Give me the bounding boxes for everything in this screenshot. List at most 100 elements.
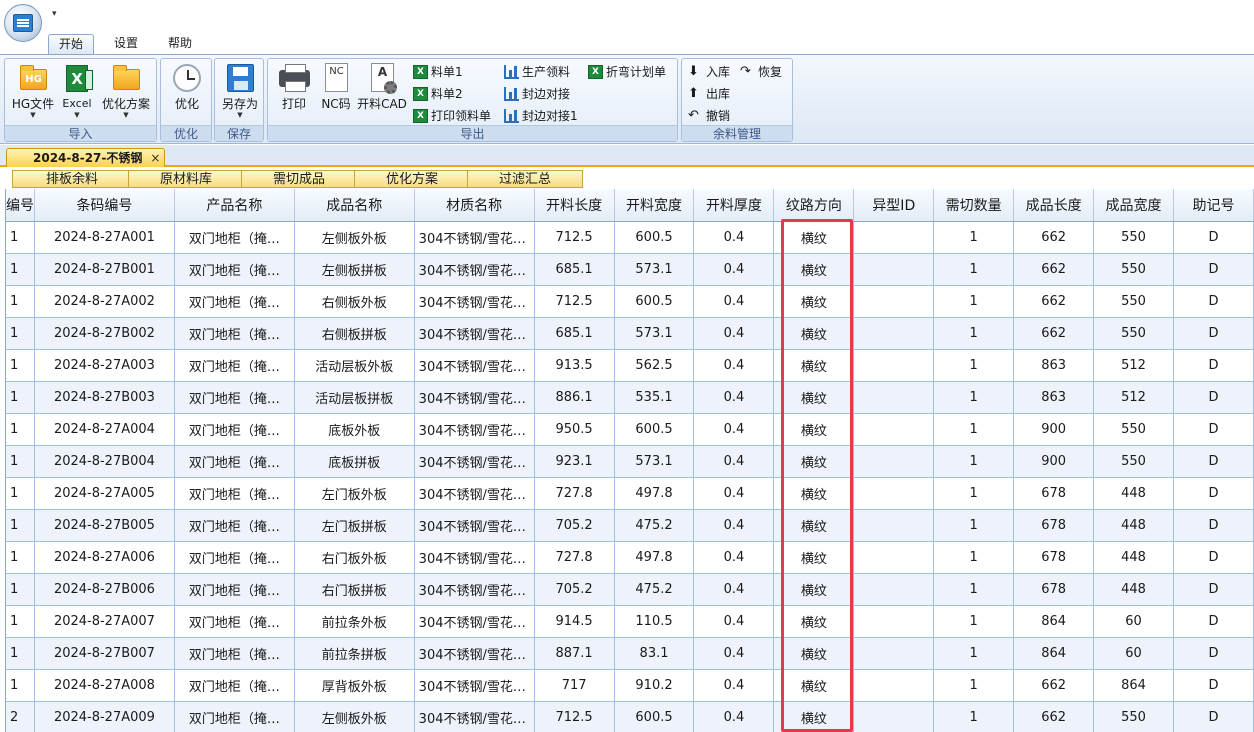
cell-part-name[interactable]: 左侧板拼板 bbox=[294, 253, 415, 286]
cell-cut-length[interactable]: 705.2 bbox=[534, 509, 615, 542]
cell-product-name[interactable]: 双门地柜（掩… bbox=[174, 381, 295, 414]
cell-barcode[interactable]: 2024-8-27A005 bbox=[34, 477, 175, 510]
cell-product-name[interactable]: 双门地柜（掩… bbox=[174, 445, 295, 478]
header-col-finished-length[interactable]: 成品长度 bbox=[1013, 189, 1095, 222]
cell-product-name[interactable]: 双门地柜（掩… bbox=[174, 477, 295, 510]
cell-number[interactable]: 1 bbox=[6, 669, 35, 702]
cell-cut-thickness[interactable]: 0.4 bbox=[693, 285, 775, 318]
cell-finished-width[interactable]: 60 bbox=[1093, 637, 1174, 670]
cell-grain-direction[interactable]: 横纹 bbox=[773, 541, 855, 574]
cell-part-name[interactable]: 左门板拼板 bbox=[294, 509, 415, 542]
header-col-cut-length[interactable]: 开料长度 bbox=[534, 189, 615, 222]
header-col-material[interactable]: 材质名称 bbox=[414, 189, 535, 222]
cell-finished-length[interactable]: 662 bbox=[1013, 221, 1095, 254]
cell-material[interactable]: 304不锈钢/雪花… bbox=[414, 253, 535, 286]
cell-cut-quantity[interactable]: 1 bbox=[933, 413, 1015, 446]
cell-number[interactable]: 1 bbox=[6, 413, 35, 446]
cell-mnemonic[interactable]: D bbox=[1173, 477, 1254, 510]
cell-product-name[interactable]: 双门地柜（掩… bbox=[174, 605, 295, 638]
cell-material[interactable]: 304不锈钢/雪花… bbox=[414, 413, 535, 446]
cell-material[interactable]: 304不锈钢/雪花… bbox=[414, 221, 535, 254]
cell-material[interactable]: 304不锈钢/雪花… bbox=[414, 509, 535, 542]
cell-cut-width[interactable]: 600.5 bbox=[614, 221, 695, 254]
cell-cut-quantity[interactable]: 1 bbox=[933, 285, 1015, 318]
cell-barcode[interactable]: 2024-8-27B003 bbox=[34, 381, 175, 414]
cell-part-name[interactable]: 右侧板外板 bbox=[294, 285, 415, 318]
table-row[interactable]: 1 2024-8-27B001 双门地柜（掩… 左侧板拼板 304不锈钢/雪花… 685.… bbox=[6, 253, 1254, 286]
cell-grain-direction[interactable]: 横纹 bbox=[773, 477, 855, 510]
cell-barcode[interactable]: 2024-8-27A009 bbox=[34, 701, 175, 732]
cell-special-shape-id[interactable] bbox=[853, 701, 935, 732]
cell-special-shape-id[interactable] bbox=[853, 317, 935, 350]
cell-cut-width[interactable]: 600.5 bbox=[614, 413, 695, 446]
cell-cut-quantity[interactable]: 1 bbox=[933, 221, 1015, 254]
cell-finished-width[interactable]: 512 bbox=[1093, 349, 1174, 382]
cell-cut-width[interactable]: 573.1 bbox=[614, 253, 695, 286]
cell-finished-length[interactable]: 864 bbox=[1013, 637, 1095, 670]
table-row[interactable]: 1 2024-8-27B004 双门地柜（掩… 底板拼板 304不锈钢/雪花… 923.1… bbox=[6, 445, 1254, 478]
cell-special-shape-id[interactable] bbox=[853, 573, 935, 606]
cell-barcode[interactable]: 2024-8-27A004 bbox=[34, 413, 175, 446]
cell-material[interactable]: 304不锈钢/雪花… bbox=[414, 541, 535, 574]
cell-product-name[interactable]: 双门地柜（掩… bbox=[174, 285, 295, 318]
cell-product-name[interactable]: 双门地柜（掩… bbox=[174, 413, 295, 446]
print-button[interactable]: 打印 bbox=[276, 63, 312, 123]
cell-mnemonic[interactable]: D bbox=[1173, 349, 1254, 382]
cell-cut-thickness[interactable]: 0.4 bbox=[693, 477, 775, 510]
cell-product-name[interactable]: 双门地柜（掩… bbox=[174, 317, 295, 350]
cell-cut-length[interactable]: 712.5 bbox=[534, 701, 615, 732]
header-col-special-shape-id[interactable]: 异型ID bbox=[853, 189, 935, 222]
cell-mnemonic[interactable]: D bbox=[1173, 669, 1254, 702]
cell-cut-thickness[interactable]: 0.4 bbox=[693, 541, 775, 574]
cutting-cad-button[interactable]: A 开料CAD bbox=[356, 63, 408, 123]
tab-help[interactable]: 帮助 bbox=[158, 34, 202, 54]
cell-grain-direction[interactable]: 横纹 bbox=[773, 413, 855, 446]
cell-grain-direction[interactable]: 横纹 bbox=[773, 445, 855, 478]
cell-part-name[interactable]: 右门板外板 bbox=[294, 541, 415, 574]
cell-cut-thickness[interactable]: 0.4 bbox=[693, 349, 775, 382]
cell-number[interactable]: 1 bbox=[6, 573, 35, 606]
excel-import-button[interactable]: X Excel ▼ bbox=[59, 63, 95, 123]
cell-special-shape-id[interactable] bbox=[853, 541, 935, 574]
tab-cut-products[interactable]: 需切成品 bbox=[241, 170, 357, 188]
cell-cut-width[interactable]: 600.5 bbox=[614, 701, 695, 732]
cell-part-name[interactable]: 左侧板外板 bbox=[294, 221, 415, 254]
cell-cut-thickness[interactable]: 0.4 bbox=[693, 605, 775, 638]
cell-cut-quantity[interactable]: 1 bbox=[933, 541, 1015, 574]
header-col-part-name[interactable]: 成品名称 bbox=[294, 189, 415, 222]
cell-product-name[interactable]: 双门地柜（掩… bbox=[174, 509, 295, 542]
cell-number[interactable]: 1 bbox=[6, 541, 35, 574]
cell-finished-length[interactable]: 864 bbox=[1013, 605, 1095, 638]
header-col-cut-quantity[interactable]: 需切数量 bbox=[933, 189, 1015, 222]
cell-cut-width[interactable]: 562.5 bbox=[614, 349, 695, 382]
cell-part-name[interactable]: 活动层板拼板 bbox=[294, 381, 415, 414]
cell-part-name[interactable]: 前拉条外板 bbox=[294, 605, 415, 638]
cell-finished-length[interactable]: 678 bbox=[1013, 541, 1095, 574]
cell-cut-width[interactable]: 497.8 bbox=[614, 541, 695, 574]
cell-barcode[interactable]: 2024-8-27A003 bbox=[34, 349, 175, 382]
cell-finished-length[interactable]: 863 bbox=[1013, 381, 1095, 414]
cell-finished-width[interactable]: 448 bbox=[1093, 573, 1174, 606]
cell-finished-width[interactable]: 550 bbox=[1093, 317, 1174, 350]
cell-cut-quantity[interactable]: 1 bbox=[933, 605, 1015, 638]
cell-mnemonic[interactable]: D bbox=[1173, 317, 1254, 350]
cell-cut-quantity[interactable]: 1 bbox=[933, 445, 1015, 478]
cell-finished-length[interactable]: 678 bbox=[1013, 573, 1095, 606]
cell-part-name[interactable]: 底板拼板 bbox=[294, 445, 415, 478]
edge-join-1-button[interactable]: 封边对接1 bbox=[504, 107, 578, 125]
cell-finished-width[interactable]: 512 bbox=[1093, 381, 1174, 414]
cell-mnemonic[interactable]: D bbox=[1173, 605, 1254, 638]
cell-grain-direction[interactable]: 横纹 bbox=[773, 221, 855, 254]
header-col-grain-direction[interactable]: 纹路方向 bbox=[773, 189, 855, 222]
undo-button[interactable]: ↶ 撤销 bbox=[688, 107, 730, 125]
cell-part-name[interactable]: 右门板拼板 bbox=[294, 573, 415, 606]
cell-finished-width[interactable]: 550 bbox=[1093, 413, 1174, 446]
cell-mnemonic[interactable]: D bbox=[1173, 285, 1254, 318]
cell-cut-thickness[interactable]: 0.4 bbox=[693, 221, 775, 254]
restore-button[interactable]: ↷ 恢复 bbox=[740, 63, 782, 81]
hg-file-button[interactable]: HG HG文件 ▼ bbox=[9, 63, 57, 123]
cell-finished-width[interactable]: 864 bbox=[1093, 669, 1174, 702]
table-row[interactable]: 1 2024-8-27B003 双门地柜（掩… 活动层板拼板 304不锈钢/雪花… 886… bbox=[6, 381, 1254, 414]
cell-material[interactable]: 304不锈钢/雪花… bbox=[414, 637, 535, 670]
cell-special-shape-id[interactable] bbox=[853, 381, 935, 414]
